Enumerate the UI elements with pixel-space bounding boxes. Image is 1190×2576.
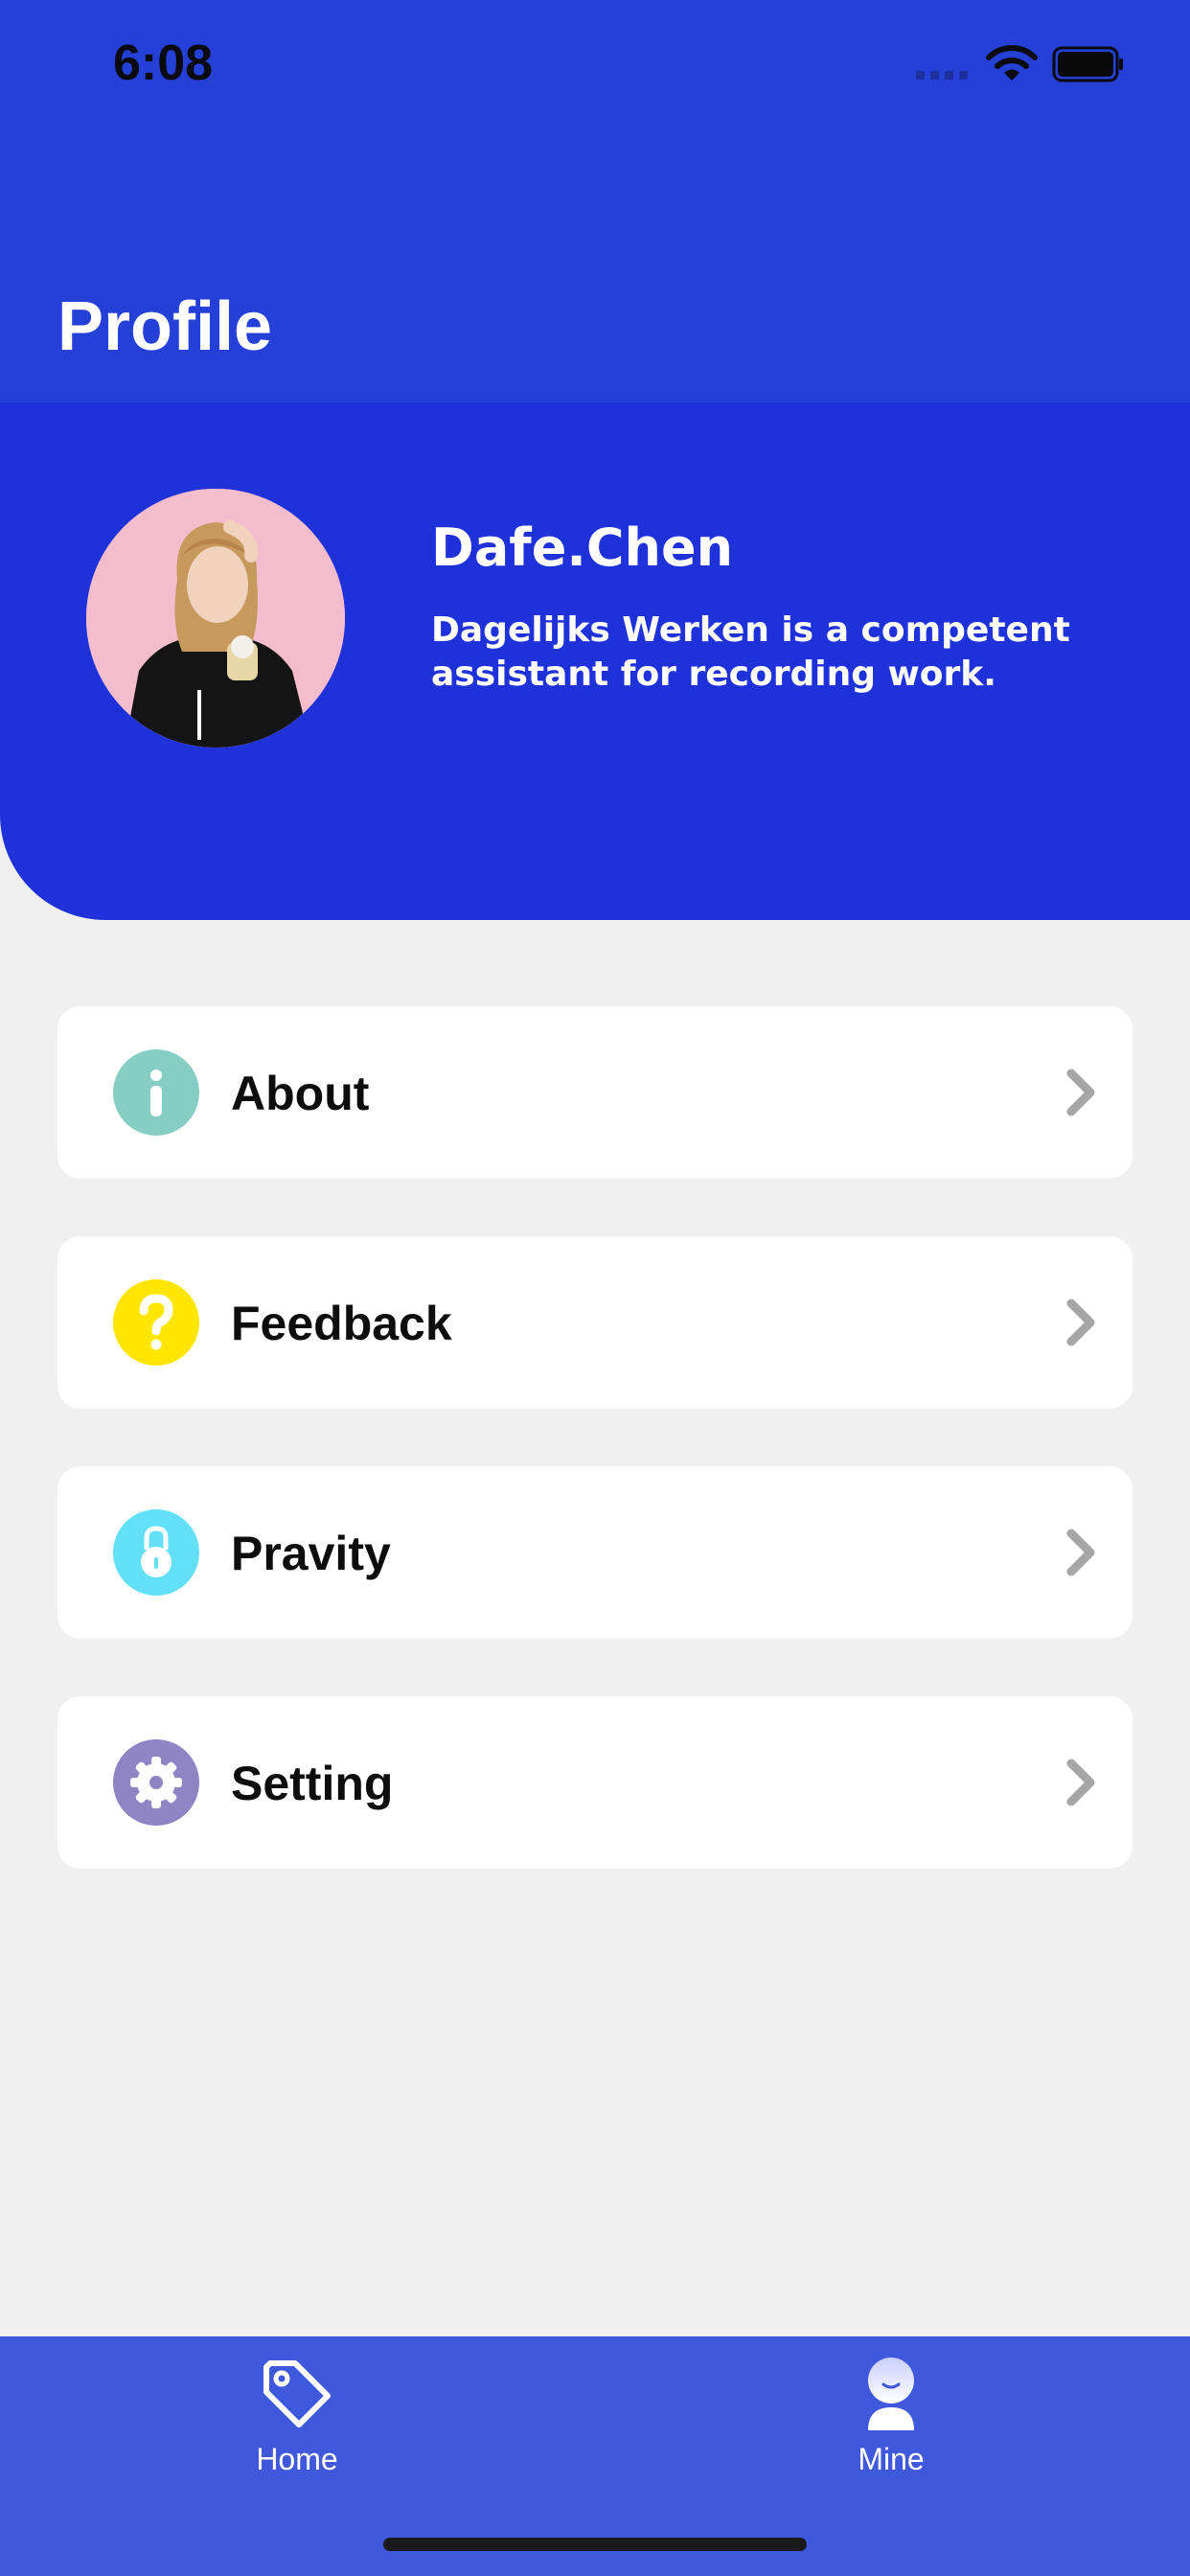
profile-description: Dagelijks Werken is a competent assistan…: [431, 610, 1070, 694]
tab-mine[interactable]: Mine: [747, 2356, 1035, 2509]
header: 6:08 Profile: [0, 0, 1190, 402]
question-icon: [113, 1279, 199, 1366]
profile-name: Dafe.Chen: [431, 518, 734, 578]
avatar[interactable]: [86, 489, 345, 748]
status-bar: 6:08: [0, 0, 1190, 134]
chevron-right-icon: [1066, 1529, 1095, 1576]
menu-item-label: Feedback: [231, 1297, 452, 1350]
tag-icon: [263, 2360, 331, 2427]
status-time: 6:08: [113, 35, 214, 91]
person-icon: [868, 2358, 914, 2430]
menu-item-privacy[interactable]: Pravity: [57, 1466, 1133, 1639]
menu-item-label: Setting: [231, 1757, 394, 1810]
menu-item-label: Pravity: [231, 1527, 391, 1580]
tab-label: Mine: [858, 2442, 925, 2476]
menu-item-about[interactable]: About: [57, 1006, 1133, 1179]
menu-item-label: About: [231, 1067, 370, 1120]
chevron-right-icon: [1066, 1759, 1095, 1806]
cellular-signal-icon: [916, 71, 970, 80]
profile-card: Dafe.Chen Dagelijks Werken is a competen…: [0, 402, 1190, 920]
tab-label: Home: [256, 2442, 338, 2476]
battery-icon: [1052, 46, 1123, 82]
menu-item-feedback[interactable]: Feedback: [57, 1236, 1133, 1409]
wifi-icon: [986, 45, 1038, 80]
home-indicator[interactable]: [383, 2538, 807, 2551]
chevron-right-icon: [1066, 1299, 1095, 1346]
lock-icon: [113, 1509, 199, 1596]
tab-home[interactable]: Home: [153, 2356, 441, 2509]
chevron-right-icon: [1066, 1069, 1095, 1116]
page-title: Profile: [57, 288, 273, 365]
gear-icon: [113, 1739, 199, 1826]
info-icon: [113, 1049, 199, 1136]
menu-item-setting[interactable]: Setting: [57, 1696, 1133, 1869]
